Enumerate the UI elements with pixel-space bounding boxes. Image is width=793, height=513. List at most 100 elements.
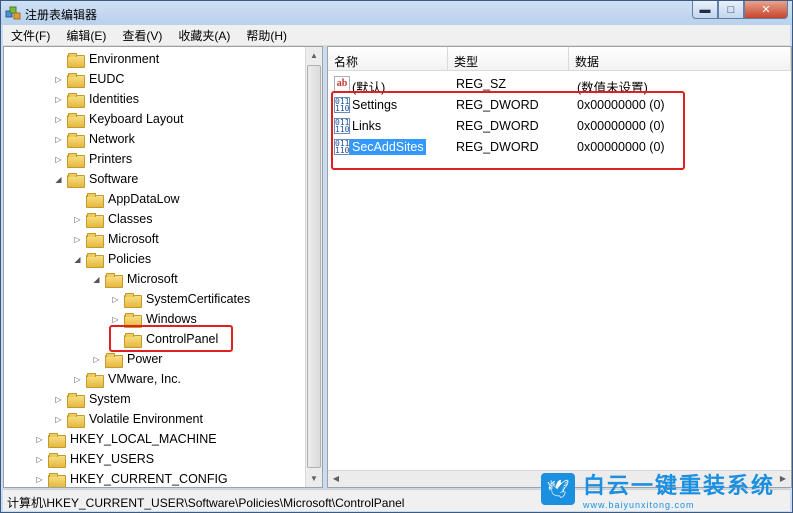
tree-item[interactable]: ▷ Classes bbox=[73, 209, 154, 229]
tree-item[interactable]: ▷ Microsoft bbox=[73, 229, 161, 249]
tree-item[interactable]: ◢ Policies bbox=[73, 249, 153, 269]
value-type: REG_SZ bbox=[456, 77, 507, 91]
tree-item[interactable]: ▷ VMware, Inc. bbox=[73, 369, 183, 389]
tree-item-label: Environment bbox=[89, 52, 160, 66]
dword-value-icon: 011 110 bbox=[334, 139, 350, 155]
value-data: 0x00000000 (0) bbox=[577, 119, 665, 133]
column-header-name[interactable]: 名称 bbox=[328, 47, 448, 71]
list-item-selected[interactable]: 011 110 SecAddSites REG_DWORD 0x00000000 … bbox=[328, 137, 788, 158]
tree-item-label: SystemCertificates bbox=[146, 292, 251, 306]
expander-icon[interactable]: ▷ bbox=[54, 415, 63, 424]
expander-icon[interactable]: ▷ bbox=[111, 315, 120, 324]
expander-icon[interactable]: ▷ bbox=[54, 115, 63, 124]
close-button[interactable]: ✕ bbox=[744, 1, 788, 19]
folder-icon bbox=[67, 72, 85, 88]
regedit-icon bbox=[5, 6, 21, 20]
folder-icon bbox=[105, 352, 123, 368]
tree-item[interactable]: ▷ Windows bbox=[111, 309, 199, 329]
value-type: REG_DWORD bbox=[456, 140, 539, 154]
tree-item[interactable]: ▷ Power bbox=[92, 349, 164, 369]
expander-icon[interactable]: ▷ bbox=[54, 95, 63, 104]
scroll-thumb[interactable] bbox=[307, 65, 321, 468]
menu-edit[interactable]: 编辑(E) bbox=[58, 27, 114, 44]
folder-icon bbox=[48, 452, 66, 468]
expander-icon[interactable]: ▷ bbox=[35, 455, 44, 464]
value-name: SecAddSites bbox=[350, 139, 426, 155]
folder-icon bbox=[48, 432, 66, 448]
scroll-left-icon[interactable]: ◀ bbox=[328, 471, 344, 487]
tree-item-label: VMware, Inc. bbox=[108, 372, 181, 386]
expander-icon[interactable]: ▷ bbox=[54, 135, 63, 144]
tree-item[interactable]: Environment bbox=[54, 49, 161, 69]
tree-item-label: HKEY_LOCAL_MACHINE bbox=[70, 432, 217, 446]
tree-item[interactable]: ◢ Software bbox=[54, 169, 140, 189]
value-data: 0x00000000 (0) bbox=[577, 98, 665, 112]
list-item[interactable]: 011 110 Settings REG_DWORD 0x00000000 (0) bbox=[328, 95, 788, 116]
scroll-down-icon[interactable]: ▼ bbox=[306, 470, 322, 487]
tree-item[interactable]: ▷ EUDC bbox=[54, 69, 126, 89]
folder-icon bbox=[124, 332, 142, 348]
minimize-button[interactable]: ▬ bbox=[692, 1, 718, 19]
tree-item[interactable]: ▷ Volatile Environment bbox=[54, 409, 205, 429]
tree-item[interactable]: ▷ Keyboard Layout bbox=[54, 109, 186, 129]
folder-icon bbox=[67, 152, 85, 168]
expander-icon[interactable]: ◢ bbox=[54, 175, 63, 184]
tree-item-label: Volatile Environment bbox=[89, 412, 203, 426]
folder-icon bbox=[124, 312, 142, 328]
values-list[interactable]: 名称 类型 数据 ab (默认) REG_SZ (数值未设置) 011 110 S… bbox=[327, 46, 792, 488]
folder-icon bbox=[67, 172, 85, 188]
tree-item-label: HKEY_CURRENT_CONFIG bbox=[70, 472, 228, 486]
bird-icon: 🕊 bbox=[541, 473, 575, 505]
list-item[interactable]: ab (默认) REG_SZ (数值未设置) bbox=[328, 74, 788, 95]
tree-item-controlpanel[interactable]: ControlPanel bbox=[111, 329, 220, 349]
tree-vertical-scrollbar[interactable]: ▲ ▼ bbox=[305, 47, 322, 487]
scroll-up-icon[interactable]: ▲ bbox=[306, 47, 322, 64]
expander-icon[interactable]: ▷ bbox=[73, 375, 82, 384]
tree-item-label: Identities bbox=[89, 92, 140, 106]
expander-icon[interactable]: ▷ bbox=[92, 355, 101, 364]
expander-icon[interactable]: ▷ bbox=[73, 235, 82, 244]
tree-item-label: Network bbox=[89, 132, 135, 146]
expander-icon[interactable]: ▷ bbox=[73, 215, 82, 224]
expander-icon[interactable]: ▷ bbox=[35, 475, 44, 484]
column-header-data[interactable]: 数据 bbox=[569, 47, 791, 71]
tree-item[interactable]: ▷ HKEY_CURRENT_CONFIG bbox=[35, 469, 230, 487]
menu-help[interactable]: 帮助(H) bbox=[238, 27, 295, 44]
expander-icon[interactable]: ▷ bbox=[54, 155, 63, 164]
tree-item-label: HKEY_USERS bbox=[70, 452, 155, 466]
list-item[interactable]: 011 110 Links REG_DWORD 0x00000000 (0) bbox=[328, 116, 788, 137]
folder-icon bbox=[67, 412, 85, 428]
tree-item[interactable]: ▷ Identities bbox=[54, 89, 141, 109]
tree-item-label: Microsoft bbox=[127, 272, 178, 286]
menu-file[interactable]: 文件(F) bbox=[3, 27, 58, 44]
maximize-button[interactable]: □ bbox=[718, 1, 744, 19]
title-bar[interactable]: 注册表编辑器 ▬ □ ✕ bbox=[1, 1, 792, 25]
tree-item[interactable]: ▷ SystemCertificates bbox=[111, 289, 252, 309]
watermark-text: 白云一键重装系统 www.baiyunxitong.com bbox=[583, 468, 775, 510]
menu-view[interactable]: 查看(V) bbox=[114, 27, 170, 44]
expander-icon[interactable]: ◢ bbox=[92, 275, 101, 284]
tree-item[interactable]: ▷ System bbox=[54, 389, 133, 409]
tree-item[interactable]: AppDataLow bbox=[73, 189, 182, 209]
expander-icon[interactable]: ▷ bbox=[35, 435, 44, 444]
string-value-icon: ab bbox=[334, 76, 350, 92]
expander-icon[interactable]: ▷ bbox=[54, 395, 63, 404]
value-type: REG_DWORD bbox=[456, 119, 539, 133]
expander-icon[interactable]: ▷ bbox=[111, 295, 120, 304]
tree-item[interactable]: ▷ Network bbox=[54, 129, 137, 149]
tree-item-label: Microsoft bbox=[108, 232, 159, 246]
tree-item[interactable]: ▷ HKEY_USERS bbox=[35, 449, 156, 469]
tree-item[interactable]: ▷ HKEY_LOCAL_MACHINE bbox=[35, 429, 219, 449]
expander-icon[interactable]: ▷ bbox=[54, 75, 63, 84]
folder-icon bbox=[124, 292, 142, 308]
tree-item[interactable]: ▷ Printers bbox=[54, 149, 134, 169]
tree-item[interactable]: ◢ Microsoft bbox=[92, 269, 180, 289]
tree-item-label: Keyboard Layout bbox=[89, 112, 184, 126]
expander-icon[interactable]: ◢ bbox=[73, 255, 82, 264]
tree-item-label: Power bbox=[127, 352, 163, 366]
registry-tree[interactable]: Environment ▷ EUDC ▷ Identities ▷ Keyboard … bbox=[3, 46, 323, 488]
menu-favorites[interactable]: 收藏夹(A) bbox=[170, 27, 238, 44]
folder-icon bbox=[67, 392, 85, 408]
column-header-type[interactable]: 类型 bbox=[448, 47, 569, 71]
folder-icon bbox=[86, 252, 104, 268]
